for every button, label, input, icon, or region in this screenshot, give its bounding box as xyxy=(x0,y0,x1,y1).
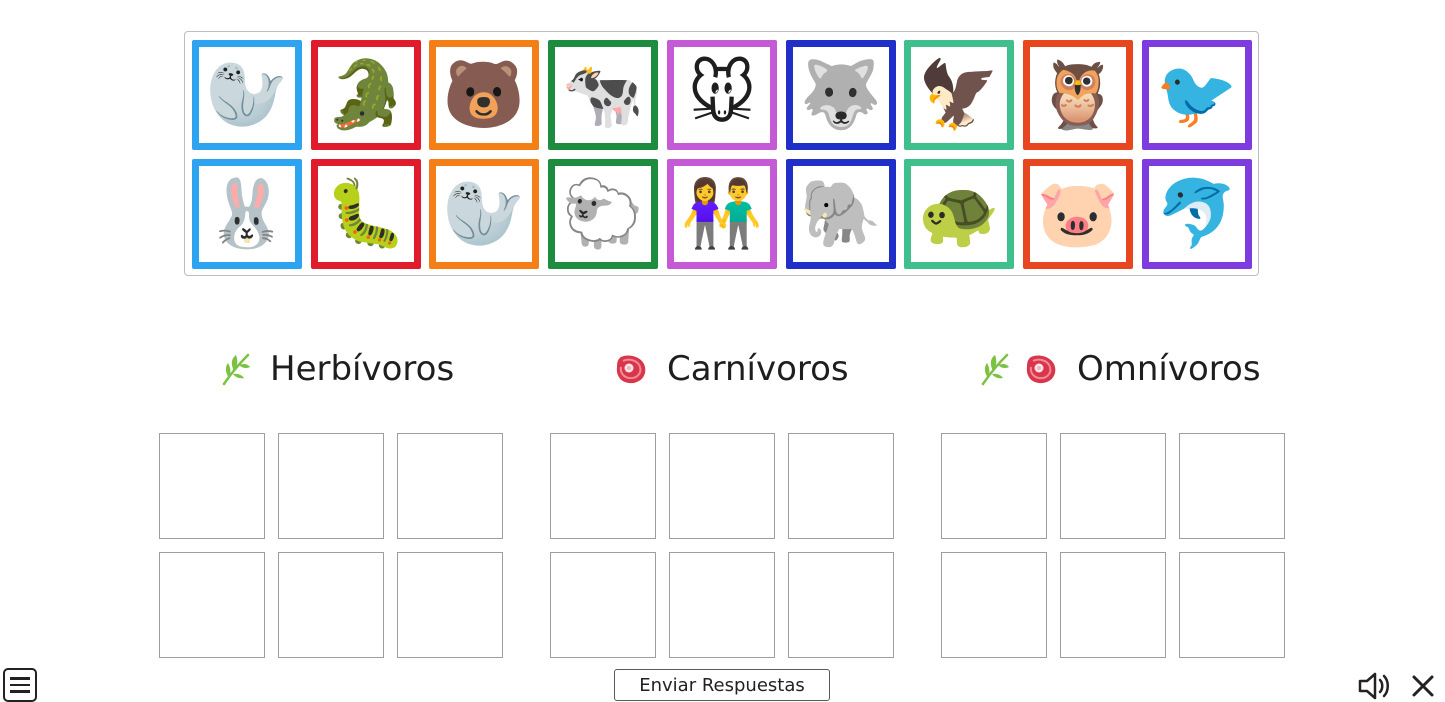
tile-sheep[interactable]: 🐑 xyxy=(548,159,658,269)
sheep-icon: 🐑 xyxy=(561,175,645,252)
submit-answers-button[interactable]: Enviar Respuestas xyxy=(614,669,830,701)
tile-wolf[interactable]: 🐺 xyxy=(786,40,896,150)
drop-slot-omnivores[interactable] xyxy=(1060,433,1166,539)
wolf-icon: 🐺 xyxy=(799,56,883,133)
tile-orca[interactable]: 🐬 xyxy=(1142,159,1252,269)
drop-slot-carnivores[interactable] xyxy=(550,552,656,658)
tile-children[interactable]: 👫 xyxy=(667,159,777,269)
drop-slot-carnivores[interactable] xyxy=(788,552,894,658)
tile-pig[interactable]: 🐷 xyxy=(1023,159,1133,269)
tile-rabbit[interactable]: 🐰 xyxy=(192,159,302,269)
menu-icon-bar xyxy=(10,683,30,687)
elephant-icon: 🐘 xyxy=(799,175,883,252)
drop-slot-herbivores[interactable] xyxy=(278,552,384,658)
manatee-icon: 🦭 xyxy=(442,175,526,252)
rabbit-icon: 🐰 xyxy=(205,175,289,252)
category-omnivores-heading: Omnívoros xyxy=(979,345,1261,393)
crocodile-icon: 🐊 xyxy=(324,56,408,133)
drop-slot-carnivores[interactable] xyxy=(669,552,775,658)
drop-slot-herbivores[interactable] xyxy=(397,433,503,539)
drop-slot-omnivores[interactable] xyxy=(1179,433,1285,539)
eagle-icon: 🦅 xyxy=(917,56,1001,133)
tile-elephant[interactable]: 🐘 xyxy=(786,159,896,269)
menu-icon-bar xyxy=(10,690,30,693)
pig-icon: 🐷 xyxy=(1036,175,1120,252)
tile-mouse[interactable]: 🐭 xyxy=(667,40,777,150)
drop-slot-herbivores[interactable] xyxy=(159,552,265,658)
drop-slot-carnivores[interactable] xyxy=(788,433,894,539)
tile-seal[interactable]: 🦭 xyxy=(192,40,302,150)
drop-slot-omnivores[interactable] xyxy=(1060,552,1166,658)
drop-slot-herbivores[interactable] xyxy=(159,433,265,539)
drop-slot-omnivores[interactable] xyxy=(941,433,1047,539)
children-icon: 👫 xyxy=(680,175,764,252)
orca-icon: 🐬 xyxy=(1155,175,1239,252)
tile-owl[interactable]: 🦉 xyxy=(1023,40,1133,150)
menu-icon-bar xyxy=(10,677,30,680)
drop-slot-carnivores[interactable] xyxy=(550,433,656,539)
crow-icon: 🐦 xyxy=(1155,56,1239,133)
close-icon[interactable] xyxy=(1410,673,1436,699)
drop-slot-omnivores[interactable] xyxy=(941,552,1047,658)
drop-slot-omnivores[interactable] xyxy=(1179,552,1285,658)
tile-crocodile[interactable]: 🐊 xyxy=(311,40,421,150)
tile-caterpillar[interactable]: 🐛 xyxy=(311,159,421,269)
category-omnivores-label: Omnívoros xyxy=(1077,349,1261,389)
tile-crow[interactable]: 🐦 xyxy=(1142,40,1252,150)
meat-icon xyxy=(1026,355,1056,384)
tile-eagle[interactable]: 🦅 xyxy=(904,40,1014,150)
bear-icon: 🐻 xyxy=(442,56,526,133)
tile-turtle[interactable]: 🐢 xyxy=(904,159,1014,269)
leaf-icon xyxy=(222,353,250,386)
seal-icon: 🦭 xyxy=(205,56,289,133)
drop-slot-herbivores[interactable] xyxy=(278,433,384,539)
category-herbivores-heading: Herbívoros xyxy=(220,345,454,393)
meat-icon xyxy=(616,355,646,384)
turtle-icon: 🐢 xyxy=(917,175,1001,252)
owl-icon: 🦉 xyxy=(1036,56,1120,133)
tile-manatee[interactable]: 🦭 xyxy=(429,159,539,269)
tile-bear[interactable]: 🐻 xyxy=(429,40,539,150)
category-herbivores-label: Herbívoros xyxy=(270,349,455,389)
tile-cow[interactable]: 🐄 xyxy=(548,40,658,150)
category-carnivores-label: Carnívoros xyxy=(667,349,849,389)
category-carnivores-heading: Carnívoros xyxy=(613,345,849,393)
drop-slot-carnivores[interactable] xyxy=(669,433,775,539)
drop-slot-herbivores[interactable] xyxy=(397,552,503,658)
menu-button[interactable] xyxy=(3,668,37,702)
speaker-icon[interactable] xyxy=(1357,671,1391,701)
caterpillar-icon: 🐛 xyxy=(324,175,408,252)
leaf-icon xyxy=(981,353,1009,386)
cow-icon: 🐄 xyxy=(561,56,645,133)
mouse-icon: 🐭 xyxy=(687,56,757,133)
